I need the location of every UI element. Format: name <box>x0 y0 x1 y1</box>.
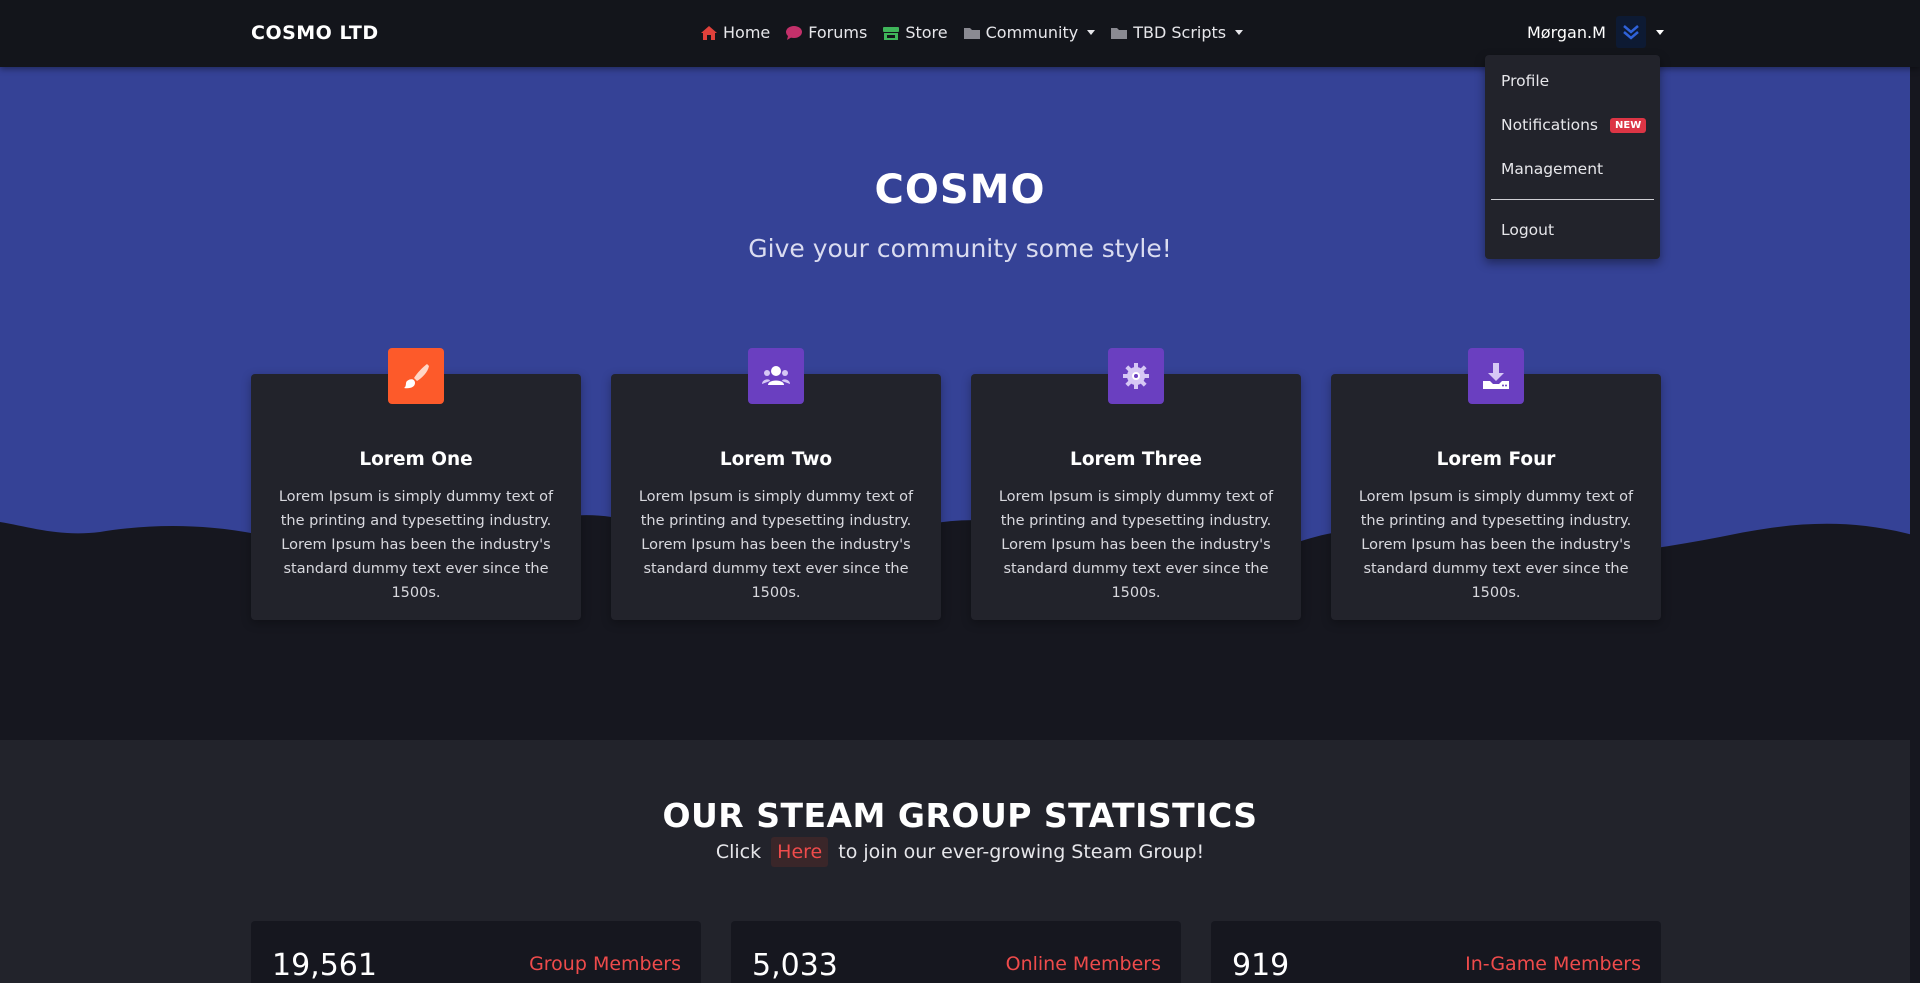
home-icon <box>701 25 717 40</box>
menu-item-logout-label: Logout <box>1501 221 1555 239</box>
card-text: Lorem Ipsum is simply dummy text of the … <box>278 489 554 601</box>
stat-value: 19,561 <box>272 948 377 983</box>
card-title: Lorem Three <box>1070 449 1202 470</box>
menu-divider <box>1491 199 1654 200</box>
stats-subtitle: Click Here to join our ever-growing Stea… <box>0 837 1920 867</box>
avatar[interactable] <box>1615 16 1646 48</box>
stat-label: Group Members <box>529 953 681 975</box>
stats-section: OUR STEAM GROUP STATISTICS Click Here to… <box>0 740 1920 983</box>
menu-item-profile-label: Profile <box>1501 72 1550 90</box>
nav-forums[interactable]: Forums <box>785 23 867 42</box>
nav-store-label: Store <box>905 23 948 42</box>
user-dropdown-menu: Profile Notifications NEW Management Log… <box>1485 55 1660 259</box>
caret-down-icon <box>1655 29 1664 35</box>
nav-tbd-scripts[interactable]: TBD Scripts <box>1110 23 1244 42</box>
card-icon-box <box>388 348 444 404</box>
feature-card: Lorem Three Lorem Ipsum is simply dummy … <box>971 348 1301 620</box>
stats-sub-before: Click <box>715 841 762 863</box>
stats-sub-after: to join our ever-growing Steam Group! <box>838 841 1205 863</box>
folder-icon <box>1111 27 1128 39</box>
stat-label: In-Game Members <box>1465 953 1641 975</box>
card-icon-box <box>1108 348 1164 404</box>
card-icon-box <box>748 348 804 404</box>
menu-item-logout[interactable]: Logout <box>1501 221 1554 239</box>
caret-down-icon <box>1235 30 1244 35</box>
card-text: Lorem Ipsum is simply dummy text of the … <box>1358 489 1634 601</box>
stat-card-in-game-members: 919 In-Game Members <box>1211 921 1661 983</box>
card-icon-box <box>1468 348 1524 404</box>
menu-item-notifications-label: Notifications <box>1501 116 1599 134</box>
card-title: Lorem Two <box>719 449 833 470</box>
nav-home-label: Home <box>723 23 771 42</box>
nav-home[interactable]: Home <box>700 23 770 42</box>
feature-card: Lorem Four Lorem Ipsum is simply dummy t… <box>1331 348 1661 620</box>
download-icon <box>1483 363 1509 389</box>
page-scrollbar[interactable] <box>1910 0 1920 983</box>
stat-card-group-members: 19,561 Group Members <box>251 921 701 983</box>
menu-item-management-label: Management <box>1501 160 1604 178</box>
steam-group-link[interactable]: Here <box>771 837 829 867</box>
nav-community[interactable]: Community <box>963 23 1096 42</box>
gear-icon <box>1123 363 1149 389</box>
card-title: Lorem Four <box>1436 449 1556 470</box>
chat-icon <box>786 25 803 40</box>
nav-forums-label: Forums <box>808 23 868 42</box>
card-text: Lorem Ipsum is simply dummy text of the … <box>638 489 914 601</box>
card-title: Lorem One <box>359 449 473 470</box>
stats-title: OUR STEAM GROUP STATISTICS <box>662 796 1258 835</box>
caret-down-icon <box>1087 30 1096 35</box>
menu-item-management[interactable]: Management <box>1501 160 1603 178</box>
folder-icon <box>963 27 980 39</box>
brush-icon <box>404 364 429 389</box>
stat-value: 919 <box>1232 948 1290 983</box>
feature-card: Lorem One Lorem Ipsum is simply dummy te… <box>251 348 581 620</box>
stat-label: Online Members <box>1005 953 1161 975</box>
store-icon <box>883 26 900 40</box>
brand-logo[interactable]: COSMO LTD <box>251 22 379 44</box>
stat-value: 5,033 <box>752 948 838 983</box>
stat-card-online-members: 5,033 Online Members <box>731 921 1181 983</box>
chevrons-down-icon <box>1623 25 1639 40</box>
users-icon <box>762 366 790 385</box>
nav-community-label: Community <box>985 23 1079 42</box>
username: Mørgan.M <box>1527 22 1606 42</box>
feature-card: Lorem Two Lorem Ipsum is simply dummy te… <box>611 348 941 620</box>
menu-item-profile[interactable]: Profile <box>1501 72 1549 90</box>
nav-links: Home Forums Store Community TBD Scripts <box>700 23 1244 42</box>
new-badge: NEW <box>1610 117 1647 133</box>
menu-item-notifications[interactable]: Notifications NEW <box>1501 116 1647 134</box>
nav-tbd-scripts-label: TBD Scripts <box>1133 23 1227 42</box>
card-text: Lorem Ipsum is simply dummy text of the … <box>998 489 1274 601</box>
user-menu-toggle[interactable]: Mørgan.M <box>1527 16 1664 48</box>
nav-store[interactable]: Store <box>882 23 948 42</box>
